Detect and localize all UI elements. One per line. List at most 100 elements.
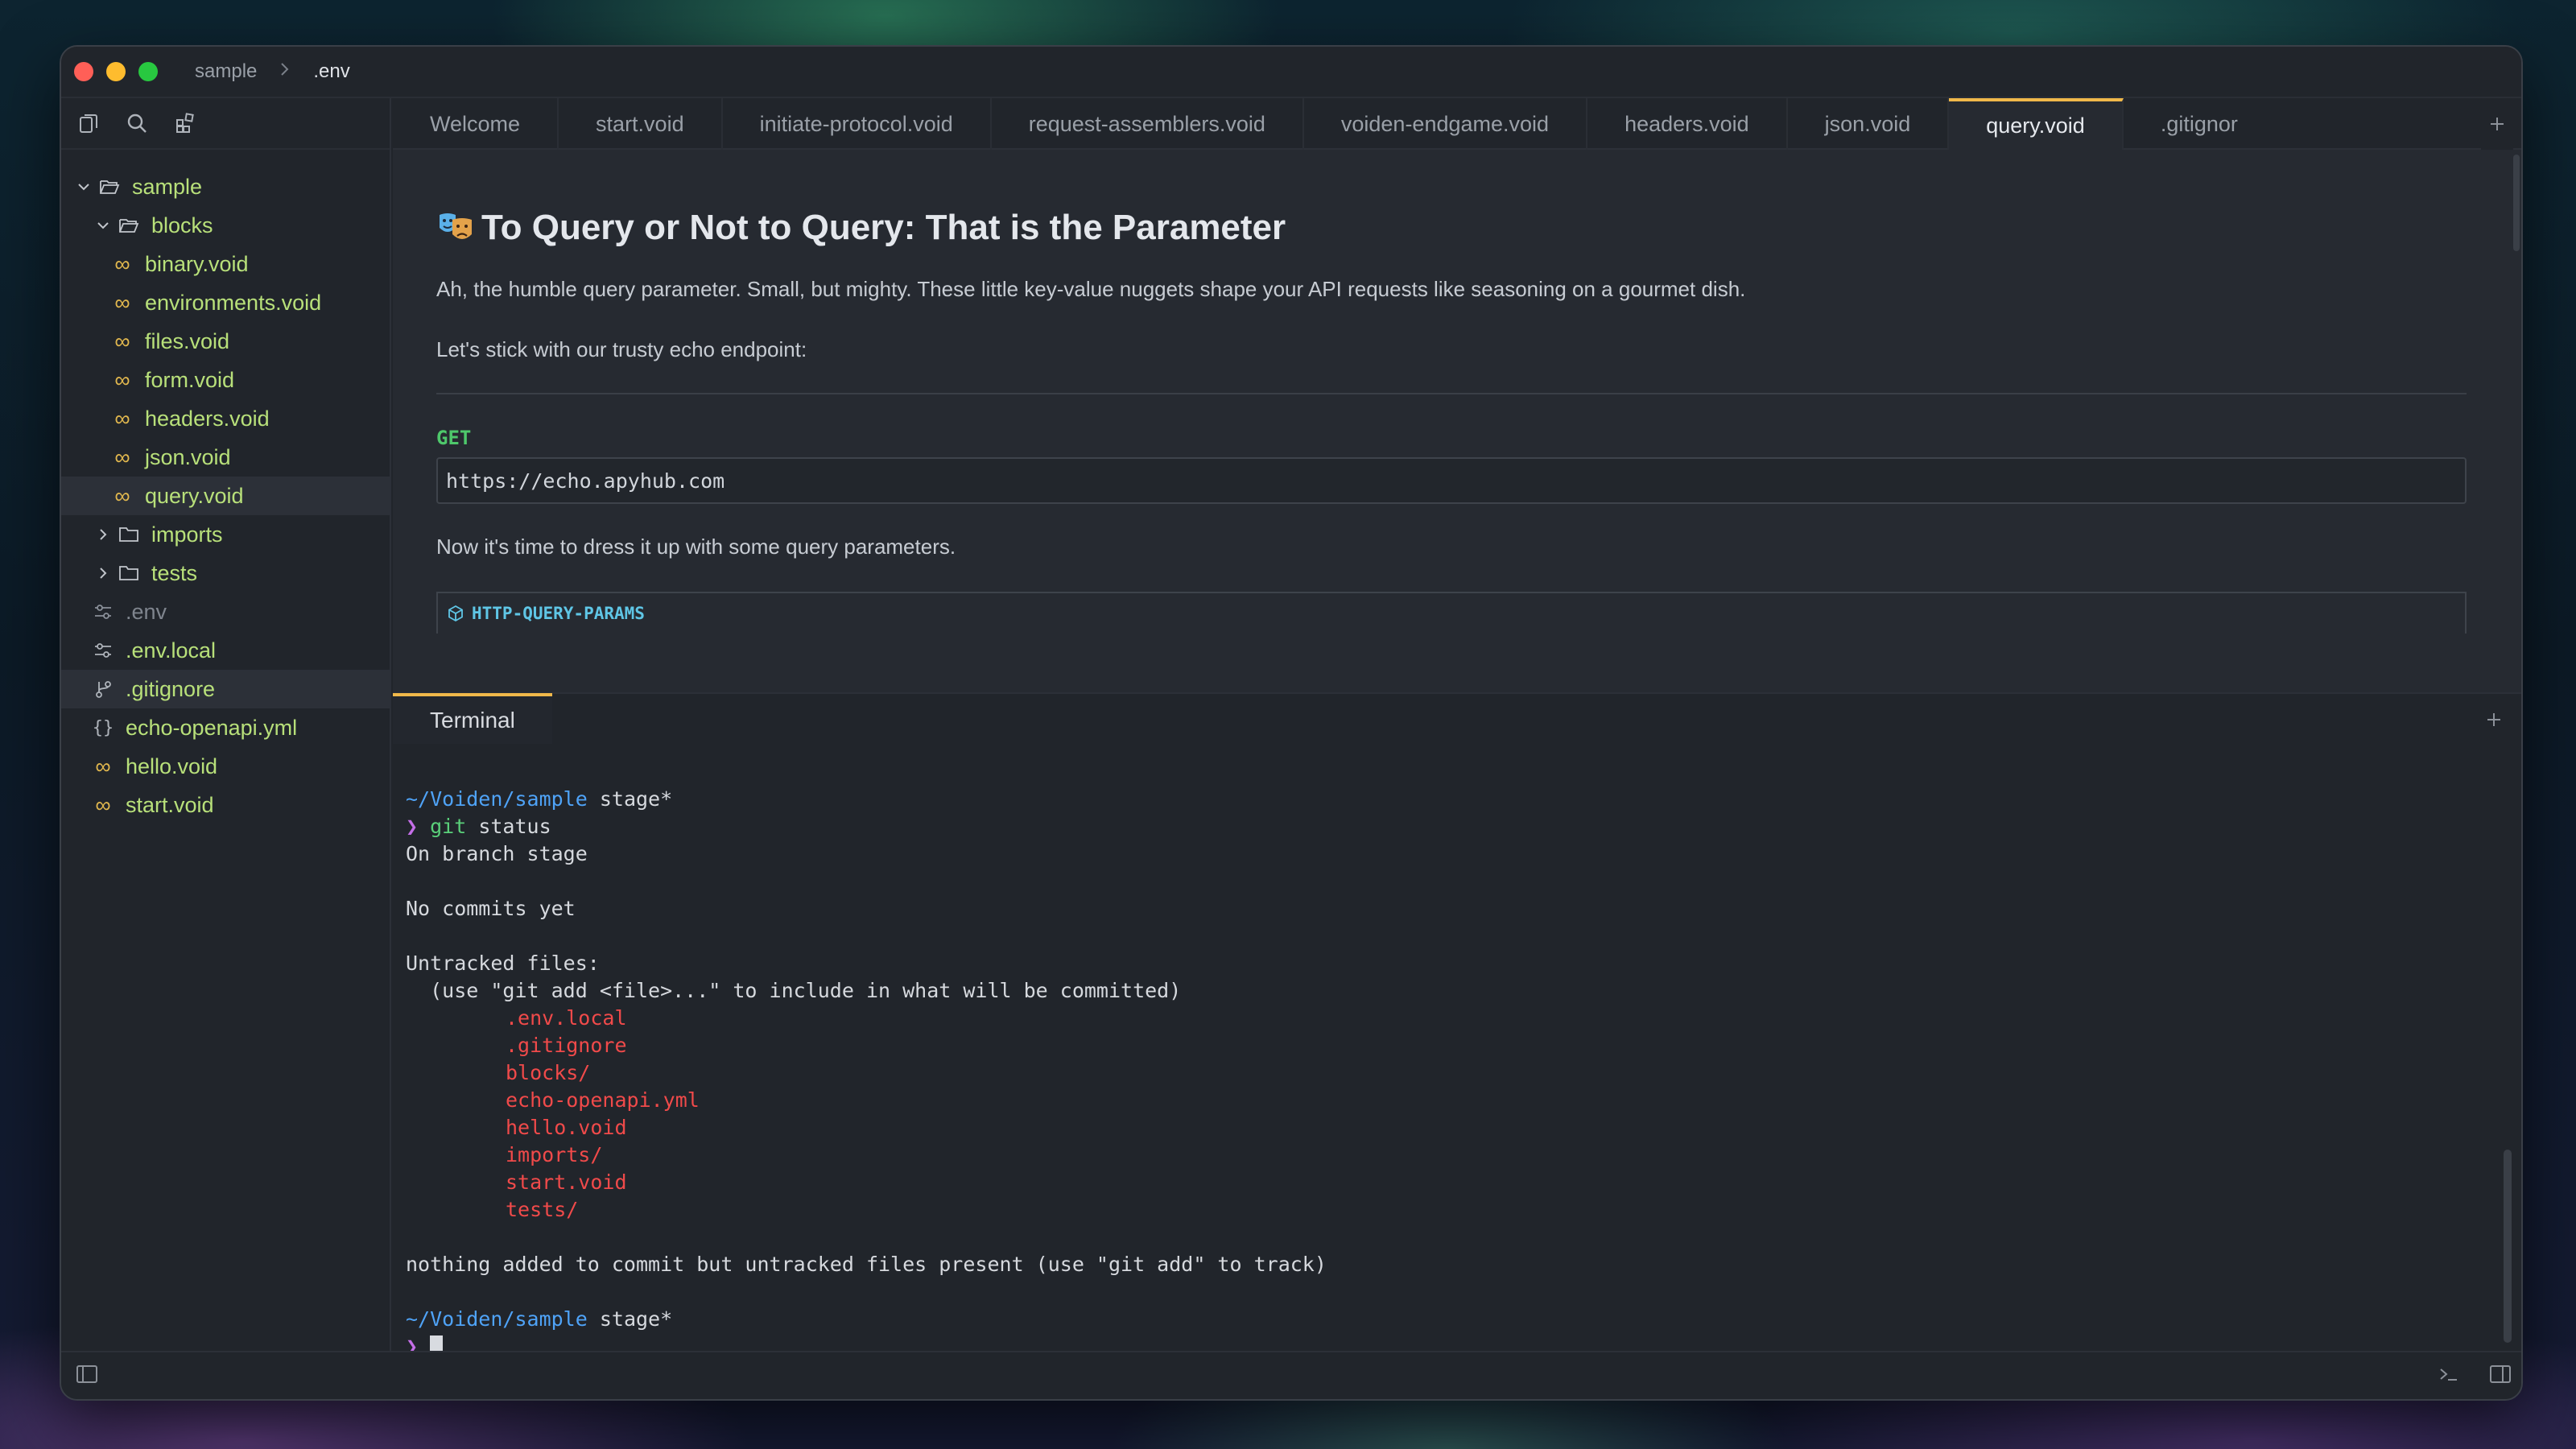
sidebar-toolbar — [61, 98, 390, 150]
tree-item-label: start.void — [126, 792, 214, 817]
terminal-line: ~/Voiden/sample stage* — [406, 787, 673, 811]
folder-open-icon — [98, 175, 121, 198]
tab-headers[interactable]: headers.void — [1587, 98, 1788, 150]
tree-item-label: .env — [126, 599, 167, 624]
toggle-terminal-button[interactable] — [2438, 1364, 2460, 1389]
window-controls — [74, 62, 158, 81]
tab-initiate-protocol[interactable]: initiate-protocol.void — [723, 98, 992, 150]
tree-folder-sample[interactable]: sample — [61, 167, 390, 206]
app-window: sample .env sample blocks ∞ binary.void … — [60, 45, 2523, 1401]
close-window-button[interactable] — [74, 62, 93, 81]
chevron-right-icon — [95, 526, 111, 543]
toggle-sidebar-button[interactable] — [76, 1364, 98, 1389]
tree-file-json[interactable]: ∞ json.void — [61, 438, 390, 477]
folder-icon — [118, 562, 140, 584]
terminal-scrollbar[interactable] — [2504, 1150, 2512, 1343]
editor-tabs: Welcome start.void initiate-protocol.voi… — [393, 98, 2521, 150]
void-file-icon: ∞ — [114, 328, 130, 353]
toggle-right-panel-button[interactable] — [2489, 1364, 2512, 1389]
tree-file-gitignore[interactable]: .gitignore — [61, 670, 390, 708]
url-field[interactable]: https://echo.apyhub.com — [436, 457, 2467, 504]
tree-file-query[interactable]: ∞ query.void — [61, 477, 390, 515]
blocks-icon[interactable] — [171, 109, 200, 138]
terminal-prompt-line[interactable]: ❯ — [406, 1333, 2521, 1351]
maximize-window-button[interactable] — [138, 62, 158, 81]
tree-item-label: headers.void — [145, 406, 270, 431]
files-icon[interactable] — [74, 109, 103, 138]
sidebar-toggle-icon — [76, 1364, 97, 1383]
page-title: To Query or Not to Query: That is the Pa… — [436, 208, 2467, 248]
tree-item-label: form.void — [145, 367, 235, 392]
void-file-icon: ∞ — [95, 792, 111, 817]
tree-item-label: query.void — [145, 483, 244, 508]
new-terminal-button[interactable] — [2478, 704, 2510, 736]
tab-query[interactable]: query.void — [1949, 98, 2124, 150]
untracked-file: start.void — [506, 1170, 627, 1194]
query-params-block[interactable]: HTTP-QUERY-PARAMS — [436, 592, 2467, 634]
tree-item-label: json.void — [145, 444, 231, 469]
tab-welcome[interactable]: Welcome — [393, 98, 559, 150]
folder-open-icon — [118, 214, 140, 237]
braces-icon: {} — [92, 717, 114, 738]
void-file-icon: ∞ — [114, 444, 130, 469]
untracked-file: .gitignore — [506, 1034, 627, 1057]
paragraph: Let's stick with our trusty echo endpoin… — [436, 337, 807, 361]
sliders-icon — [92, 601, 114, 623]
tab-start-void[interactable]: start.void — [559, 98, 723, 150]
tree-item-label: sample — [132, 174, 203, 199]
tab-request-assemblers[interactable]: request-assemblers.void — [992, 98, 1304, 150]
minimize-window-button[interactable] — [106, 62, 126, 81]
tree-item-label: environments.void — [145, 290, 322, 315]
tree-file-env-local[interactable]: .env.local — [61, 631, 390, 670]
breadcrumb-item[interactable]: sample — [195, 60, 257, 83]
tree-folder-tests[interactable]: tests — [61, 554, 390, 592]
tree-file-form[interactable]: ∞ form.void — [61, 361, 390, 399]
tree-item-label: .env.local — [126, 638, 217, 663]
search-icon[interactable] — [122, 109, 151, 138]
http-method-label[interactable]: GET — [436, 427, 2467, 449]
tab-json[interactable]: json.void — [1788, 98, 1950, 150]
breadcrumb: sample .env — [195, 60, 350, 83]
untracked-file: echo-openapi.yml — [506, 1088, 700, 1112]
tree-file-binary[interactable]: ∞ binary.void — [61, 245, 390, 283]
block-label: HTTP-QUERY-PARAMS — [472, 604, 645, 623]
paragraph: Now it's time to dress it up with some q… — [436, 535, 956, 559]
terminal-line: ~/Voiden/sample stage* — [406, 1307, 673, 1331]
tab-gitignore[interactable]: .gitignor — [2124, 98, 2246, 150]
void-file-icon: ∞ — [114, 367, 130, 392]
terminal-line: On branch stage — [406, 842, 588, 865]
cube-icon — [448, 605, 463, 622]
editor-pane[interactable]: To Query or Not to Query: That is the Pa… — [393, 150, 2521, 692]
tree-file-hello[interactable]: ∞ hello.void — [61, 747, 390, 786]
new-tab-button[interactable] — [2481, 98, 2513, 150]
terminal-line: No commits yet — [406, 897, 576, 920]
terminal-line: nothing added to commit but untracked fi… — [406, 1253, 1327, 1276]
tab-voiden-endgame[interactable]: voiden-endgame.void — [1304, 98, 1588, 150]
tab-terminal[interactable]: Terminal — [393, 693, 552, 745]
tree-item-label: tests — [151, 560, 198, 585]
tree-file-env[interactable]: .env — [61, 592, 390, 631]
tree-file-environments[interactable]: ∞ environments.void — [61, 283, 390, 322]
chevron-right-icon — [279, 61, 291, 82]
untracked-file: imports/ — [506, 1143, 603, 1166]
tree-file-files[interactable]: ∞ files.void — [61, 322, 390, 361]
divider — [436, 393, 2467, 394]
tree-folder-imports[interactable]: imports — [61, 515, 390, 554]
tree-folder-blocks[interactable]: blocks — [61, 206, 390, 245]
void-file-icon: ∞ — [95, 753, 111, 778]
tree-file-start[interactable]: ∞ start.void — [61, 786, 390, 824]
chevron-right-icon — [95, 565, 111, 581]
breadcrumb-item[interactable]: .env — [313, 60, 349, 83]
terminal-output[interactable]: ~/Voiden/sample stage* ❯ git status On bra… — [393, 744, 2521, 1351]
editor-scrollbar[interactable] — [2513, 155, 2520, 251]
void-file-icon: ∞ — [114, 406, 130, 431]
git-branch-icon — [92, 678, 114, 700]
void-file-icon: ∞ — [114, 483, 130, 508]
tree-file-headers[interactable]: ∞ headers.void — [61, 399, 390, 438]
tree-file-openapi[interactable]: {} echo-openapi.yml — [61, 708, 390, 747]
sliders-icon — [92, 639, 114, 662]
terminal-tab-bar: Terminal — [393, 692, 2521, 745]
